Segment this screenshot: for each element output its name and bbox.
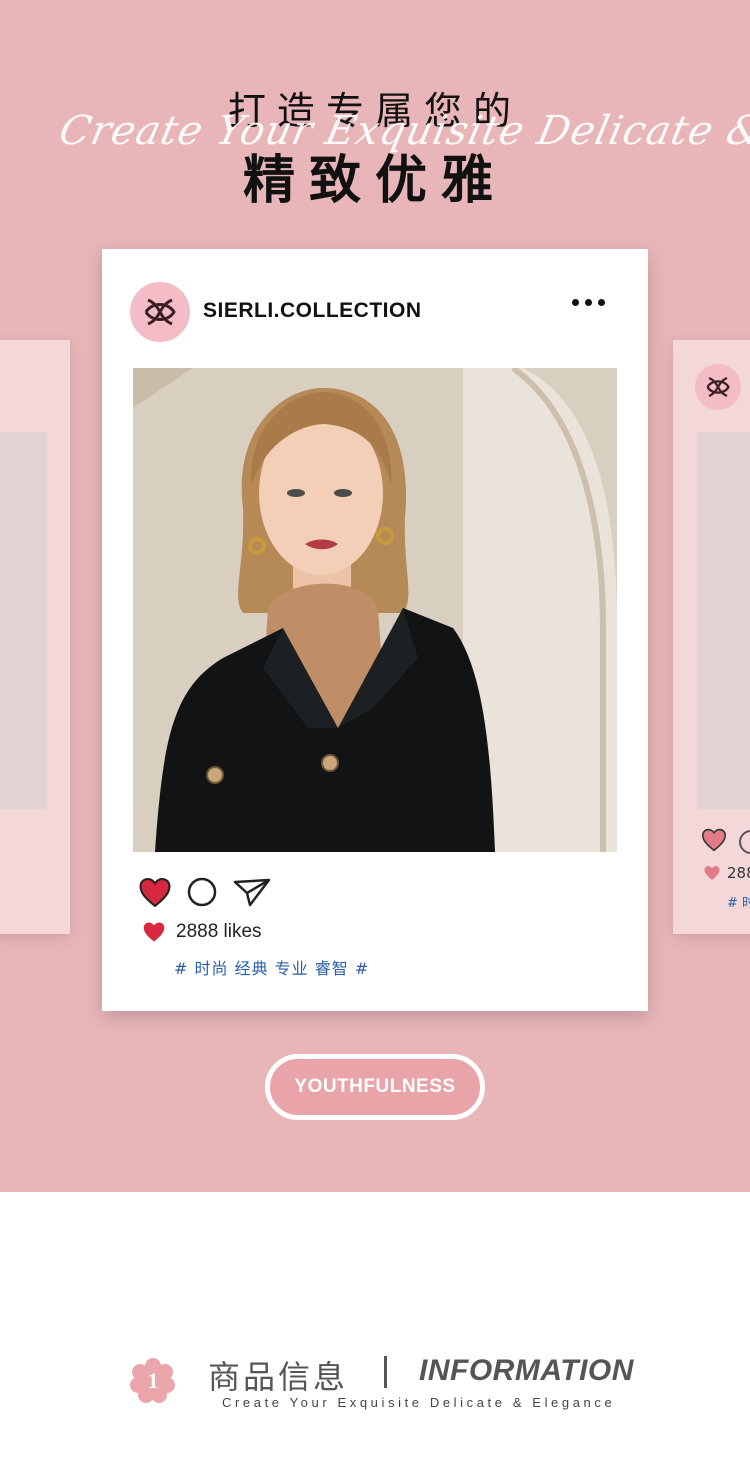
section-title-en: INFORMATION — [419, 1354, 634, 1387]
share-icon[interactable] — [232, 876, 272, 908]
more-dots-icon[interactable] — [572, 299, 605, 306]
likes-count: 2888 likes — [176, 921, 262, 942]
flower-number-icon: 1 — [130, 1358, 175, 1403]
brand-avatar[interactable] — [130, 282, 190, 342]
side-likes-count: 2888 — [727, 864, 750, 882]
instagram-post-card: SIERLI.COLLECTION 2888 likes # 时尚 经典 专业 … — [102, 249, 648, 1011]
hero-section: 打造专属您的 Create Your Exquisite Delicate & … — [0, 0, 750, 1192]
post-actions — [138, 876, 272, 908]
brand-name[interactable]: SIERLI.COLLECTION — [203, 299, 422, 323]
comment-icon[interactable] — [186, 876, 218, 908]
side-post-card-left[interactable] — [0, 340, 70, 934]
section-title-cn: 商品信息 — [208, 1358, 349, 1396]
side-post-card-right[interactable]: 2888 # 时 — [673, 340, 750, 934]
brand-logo-icon — [144, 298, 176, 326]
headline-line-2: 精致优雅 — [242, 151, 507, 211]
section-number: 1 — [148, 1368, 159, 1393]
section-subtitle: Create Your Exquisite Delicate & Eleganc… — [222, 1395, 616, 1410]
heart-small-icon — [143, 922, 165, 942]
side-post-image-right — [697, 432, 750, 809]
heart-small-icon — [704, 866, 720, 880]
likes-row: 2888 likes — [142, 921, 262, 943]
section-header: 1 商品信息 INFORMATION Create Your Exquisite… — [130, 1352, 650, 1422]
heart-icon[interactable] — [701, 828, 727, 852]
comment-icon[interactable] — [739, 830, 750, 854]
post-photo — [133, 368, 617, 852]
brand-logo-icon — [695, 364, 741, 410]
heart-icon[interactable] — [138, 877, 172, 908]
youthfulness-badge: YOUTHFULNESS — [265, 1054, 485, 1120]
side-post-image-left — [0, 432, 47, 809]
divider — [384, 1356, 387, 1388]
side-likes: 2888 — [703, 864, 750, 882]
hashtags[interactable]: # 时尚 经典 专业 睿智 # — [174, 955, 369, 979]
side-hashtags: # 时 — [727, 896, 750, 911]
